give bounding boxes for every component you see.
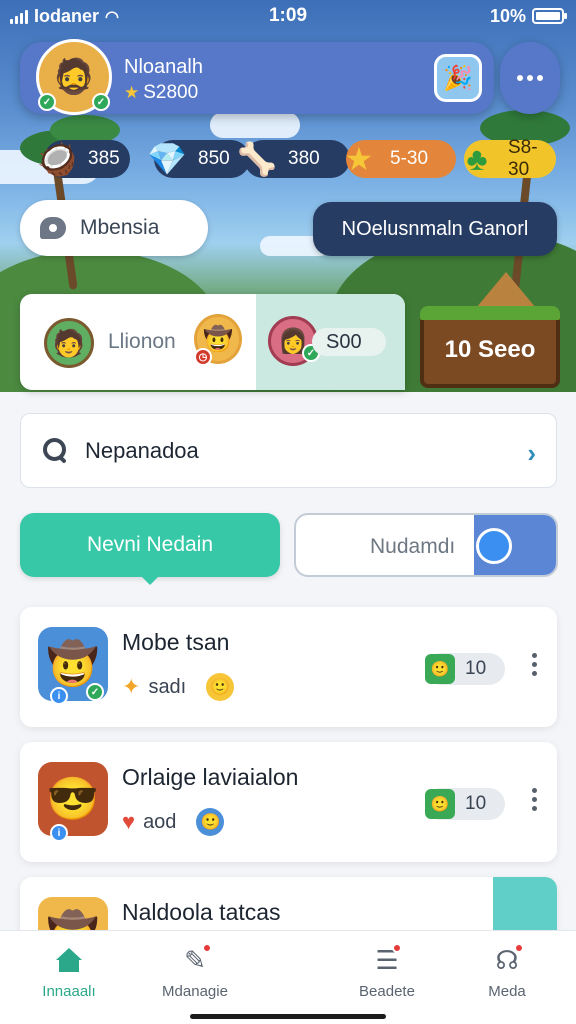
opponent-name: Llionon — [108, 330, 176, 353]
opponent-avatar: 🧑 — [44, 318, 94, 368]
tab-inactive[interactable]: Nudamdı — [294, 513, 558, 577]
tab-active[interactable]: Nevni Nedain — [20, 513, 280, 585]
notification-dot — [392, 943, 402, 953]
battery-percent: 10% — [489, 6, 526, 26]
toggle-knob[interactable] — [476, 528, 512, 564]
info-badge-icon: i — [50, 687, 68, 705]
bottom-nav: Innaaalı ✎ Mdanagie ☰ Beadete ☊ Meda — [0, 930, 576, 1024]
pirate-thumbnail-icon: 😎 — [38, 762, 108, 836]
nav-home[interactable]: Innaaalı — [14, 943, 124, 1000]
player-thumb-icon: 🙂 — [425, 654, 455, 684]
chevron-right-icon[interactable]: › — [527, 438, 536, 469]
matchup-card[interactable]: 🧑 Llionon 🤠 ◷ 👩 ✓ S00 — [20, 294, 405, 390]
nav-board[interactable]: ☰ Beadete — [332, 943, 442, 1000]
player-thumb-icon: 🙂 — [425, 789, 455, 819]
star-icon: ★ — [344, 141, 374, 177]
player-avatar[interactable]: 🧔 ✓ ✓ — [36, 39, 112, 115]
more-button[interactable] — [500, 42, 560, 114]
game-title: Orlaige laviaialon — [122, 764, 299, 790]
level-sign: 10 Seeo — [420, 306, 560, 388]
chat-bubble-icon — [40, 217, 66, 239]
region-label: Mbensia — [80, 216, 160, 239]
game-title: Naldoola tatcas — [122, 899, 281, 925]
player-face-icon: 🙂 — [206, 673, 235, 701]
check-badge-icon: ✓ — [92, 93, 110, 111]
player-face-icon: 🙂 — [196, 808, 225, 836]
check-badge-icon: ✓ — [86, 683, 104, 701]
clover-icon: ♣ — [466, 140, 488, 177]
player-avatar-small: 👩 ✓ — [268, 316, 320, 366]
game-meta: sadı — [148, 675, 187, 698]
coin-star-icon: ★ — [124, 83, 140, 102]
search-icon — [43, 437, 69, 464]
notification-dot — [202, 943, 212, 953]
status-bar: Iodaner ◠ 1:09 10% — [0, 0, 576, 32]
more-options-icon[interactable] — [532, 653, 537, 676]
info-badge-icon: i — [50, 824, 68, 842]
player-name: Nloanalh — [124, 56, 203, 78]
nav-manage[interactable]: ✎ Mdanagie — [140, 943, 250, 1000]
gem-icon: 💎 — [147, 141, 187, 177]
coconut-icon: 🥥 — [37, 141, 77, 177]
verified-badge-icon: ✓ — [38, 93, 56, 111]
game-row[interactable]: 😎 i Orlaige laviaialon ♥ aod 🙂 🙂 10 — [20, 742, 557, 862]
party-hat-character-icon[interactable]: 🎉 — [434, 54, 482, 102]
currency-bone[interactable]: 🦴 380 — [237, 140, 350, 178]
game-meta: aod — [143, 810, 177, 833]
heart-icon: ♥ — [122, 809, 136, 834]
game-row[interactable]: 🤠 i ✓ Mobe tsan ✦ sadı 🙂 🙂 10 — [20, 607, 557, 727]
create-game-button[interactable]: NOelusnmaln Ganorl — [313, 202, 557, 256]
home-indicator — [190, 1014, 386, 1019]
player-count[interactable]: 🙂 10 — [425, 788, 505, 820]
explorer-face-icon: 🧑 — [44, 318, 94, 368]
star-icon: ✦ — [122, 674, 141, 699]
currency-clover[interactable]: ♣ S8-30 — [464, 137, 556, 180]
currency-bar: 🥥 385 💎 850 🦴 380 ★ 5-30 ♣ S8-30 — [34, 137, 556, 180]
more-options-icon[interactable] — [532, 788, 537, 811]
match-score: S00 — [312, 328, 386, 356]
nav-media[interactable]: ☊ Meda — [452, 943, 562, 1000]
more-icon — [517, 75, 523, 81]
coin-amount: S2800 — [143, 82, 199, 103]
ally-avatar: 🤠 ◷ — [194, 314, 242, 366]
profile-card[interactable]: 🧔 ✓ ✓ Nloanalh ★ S2800 🎉 — [20, 39, 494, 115]
currency-star[interactable]: ★ 5-30 — [345, 140, 456, 178]
currency-coconut[interactable]: 🥥 385 — [37, 140, 130, 178]
bone-icon: 🦴 — [237, 141, 277, 177]
game-title: Mobe tsan — [122, 629, 230, 655]
search-bar[interactable]: Nepanadoa › — [20, 413, 557, 488]
search-text: Nepanadoa — [85, 437, 199, 463]
region-selector[interactable]: Mbensia — [20, 200, 208, 256]
player-coins: ★ S2800 — [124, 82, 198, 104]
tab-inactive-label: Nudamdı — [370, 535, 456, 558]
clock-badge-icon: ◷ — [194, 348, 212, 366]
home-icon — [56, 948, 82, 972]
battery-icon — [532, 8, 567, 24]
player-count[interactable]: 🙂 10 — [425, 653, 505, 685]
notification-dot — [514, 943, 524, 953]
